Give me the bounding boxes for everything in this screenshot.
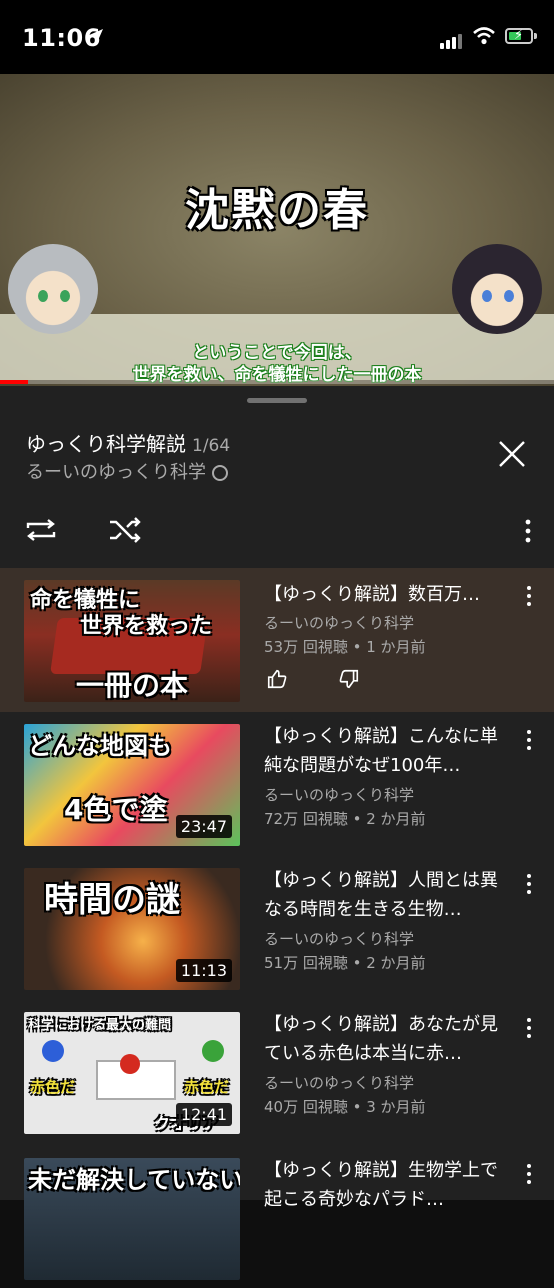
character-right-avatar: [452, 244, 542, 334]
video-thumbnail: 科学における最大の難問 赤色だ 赤色だ クオリア 12:41: [24, 1012, 240, 1134]
more-vert-icon[interactable]: [522, 1162, 536, 1186]
thumb-text: 赤色だ: [30, 1078, 76, 1096]
thumbs-down-icon[interactable]: [338, 668, 360, 690]
video-title: 【ゆっくり解説】生物学上で起こる奇妙なパラド…: [264, 1160, 498, 1210]
wifi-icon: [473, 27, 495, 45]
thumb-text: 世界を救った: [80, 614, 213, 639]
feedback-buttons: [266, 668, 366, 692]
video-progress-fill: [0, 380, 28, 384]
video-title: 【ゆっくり解説】あなたが見ている赤色は本当に赤…: [264, 1014, 498, 1064]
video-thumbnail: 未だ解決していない: [24, 1158, 240, 1280]
playlist-item-current[interactable]: 命を犠牲に 世界を救った 一冊の本 【ゆっくり解説】数百万… るーいのゆっくり科…: [0, 568, 554, 712]
battery-icon: ⚡: [505, 28, 533, 44]
video-meta: 53万 回視聴 • 1 か月前: [264, 638, 426, 656]
playlist-panel: ゆっくり科学解説 1/64 るーいのゆっくり科学 命を犠牲に 世界を救った 一冊の…: [0, 386, 554, 1280]
loop-icon[interactable]: [24, 516, 58, 544]
playlist-item[interactable]: どんな地図も 4色で塗 23:47 【ゆっくり解説】こんなに単純な問題がなぜ10…: [0, 712, 554, 856]
video-title: 【ゆっくり解説】数百万…: [264, 584, 480, 605]
video-meta: 51万 回視聴 • 2 か月前: [264, 954, 426, 972]
thumbs-up-icon[interactable]: [266, 668, 288, 690]
video-channel: るーいのゆっくり科学: [264, 1074, 415, 1092]
thumb-text: 未だ解決していない: [28, 1166, 240, 1194]
thumb-text: 赤色だ: [184, 1078, 230, 1096]
video-title: 【ゆっくり解説】こんなに単純な問題がなぜ100年…: [264, 726, 498, 776]
location-arrow-icon: [87, 29, 103, 45]
video-channel: るーいのゆっくり科学: [264, 786, 415, 804]
playlist-item[interactable]: 科学における最大の難問 赤色だ 赤色だ クオリア 12:41 【ゆっくり解説】あ…: [0, 1000, 554, 1144]
battery-tip: [534, 33, 537, 39]
globe-icon: [212, 465, 228, 481]
video-channel: るーいのゆっくり科学: [264, 614, 415, 632]
video-meta: 72万 回視聴 • 2 か月前: [264, 810, 426, 828]
video-title: 【ゆっくり解説】人間とは異なる時間を生きる生物…: [264, 870, 498, 920]
more-vert-icon[interactable]: [522, 872, 536, 896]
thumb-text: 一冊の本: [76, 669, 189, 702]
video-progress-bar[interactable]: [0, 380, 554, 384]
video-headline: 沈黙の春: [185, 185, 369, 236]
close-icon[interactable]: [496, 438, 528, 470]
playlist-position: 1/64: [192, 436, 231, 456]
more-vert-icon[interactable]: [522, 584, 536, 608]
status-bar: 11:06 ⚡: [0, 0, 554, 74]
video-thumbnail: 命を犠牲に 世界を救った 一冊の本: [24, 580, 240, 702]
playlist-channel[interactable]: るーいのゆっくり科学: [26, 458, 228, 484]
thumb-text: 時間の謎: [44, 880, 180, 920]
video-player[interactable]: 沈黙の春 ということで今回は、 世界を救い、命を犠牲にした一冊の本: [0, 74, 554, 386]
playlist-channel-name: るーいのゆっくり科学: [26, 462, 206, 483]
video-duration: 23:47: [175, 815, 232, 838]
playlist-title[interactable]: ゆっくり科学解説 1/64: [26, 428, 230, 457]
playlist-title-text: ゆっくり科学解説: [26, 432, 186, 456]
more-vert-icon[interactable]: [522, 1016, 536, 1040]
playlist-item[interactable]: 未だ解決していない 【ゆっくり解説】生物学上で起こる奇妙なパラド…: [0, 1144, 554, 1288]
thumb-text: 科学における最大の難問: [28, 1018, 172, 1033]
character-left-avatar: [8, 244, 98, 334]
video-thumbnail: 時間の謎 11:13: [24, 868, 240, 990]
video-duration: 11:13: [175, 959, 232, 982]
playlist-item[interactable]: 時間の謎 11:13 【ゆっくり解説】人間とは異なる時間を生きる生物… るーいの…: [0, 856, 554, 1000]
thumb-text: どんな地図も: [28, 732, 172, 760]
video-channel: るーいのゆっくり科学: [264, 930, 415, 948]
cellular-signal-icon: [440, 30, 464, 49]
video-thumbnail: どんな地図も 4色で塗 23:47: [24, 724, 240, 846]
video-duration: 12:41: [175, 1103, 232, 1126]
more-vert-icon[interactable]: [520, 517, 536, 545]
more-vert-icon[interactable]: [522, 728, 536, 752]
shuffle-icon[interactable]: [108, 516, 142, 544]
video-meta: 40万 回視聴 • 3 か月前: [264, 1098, 426, 1116]
thumb-text: 4色で塗: [64, 793, 168, 826]
panel-drag-handle[interactable]: [247, 398, 307, 403]
